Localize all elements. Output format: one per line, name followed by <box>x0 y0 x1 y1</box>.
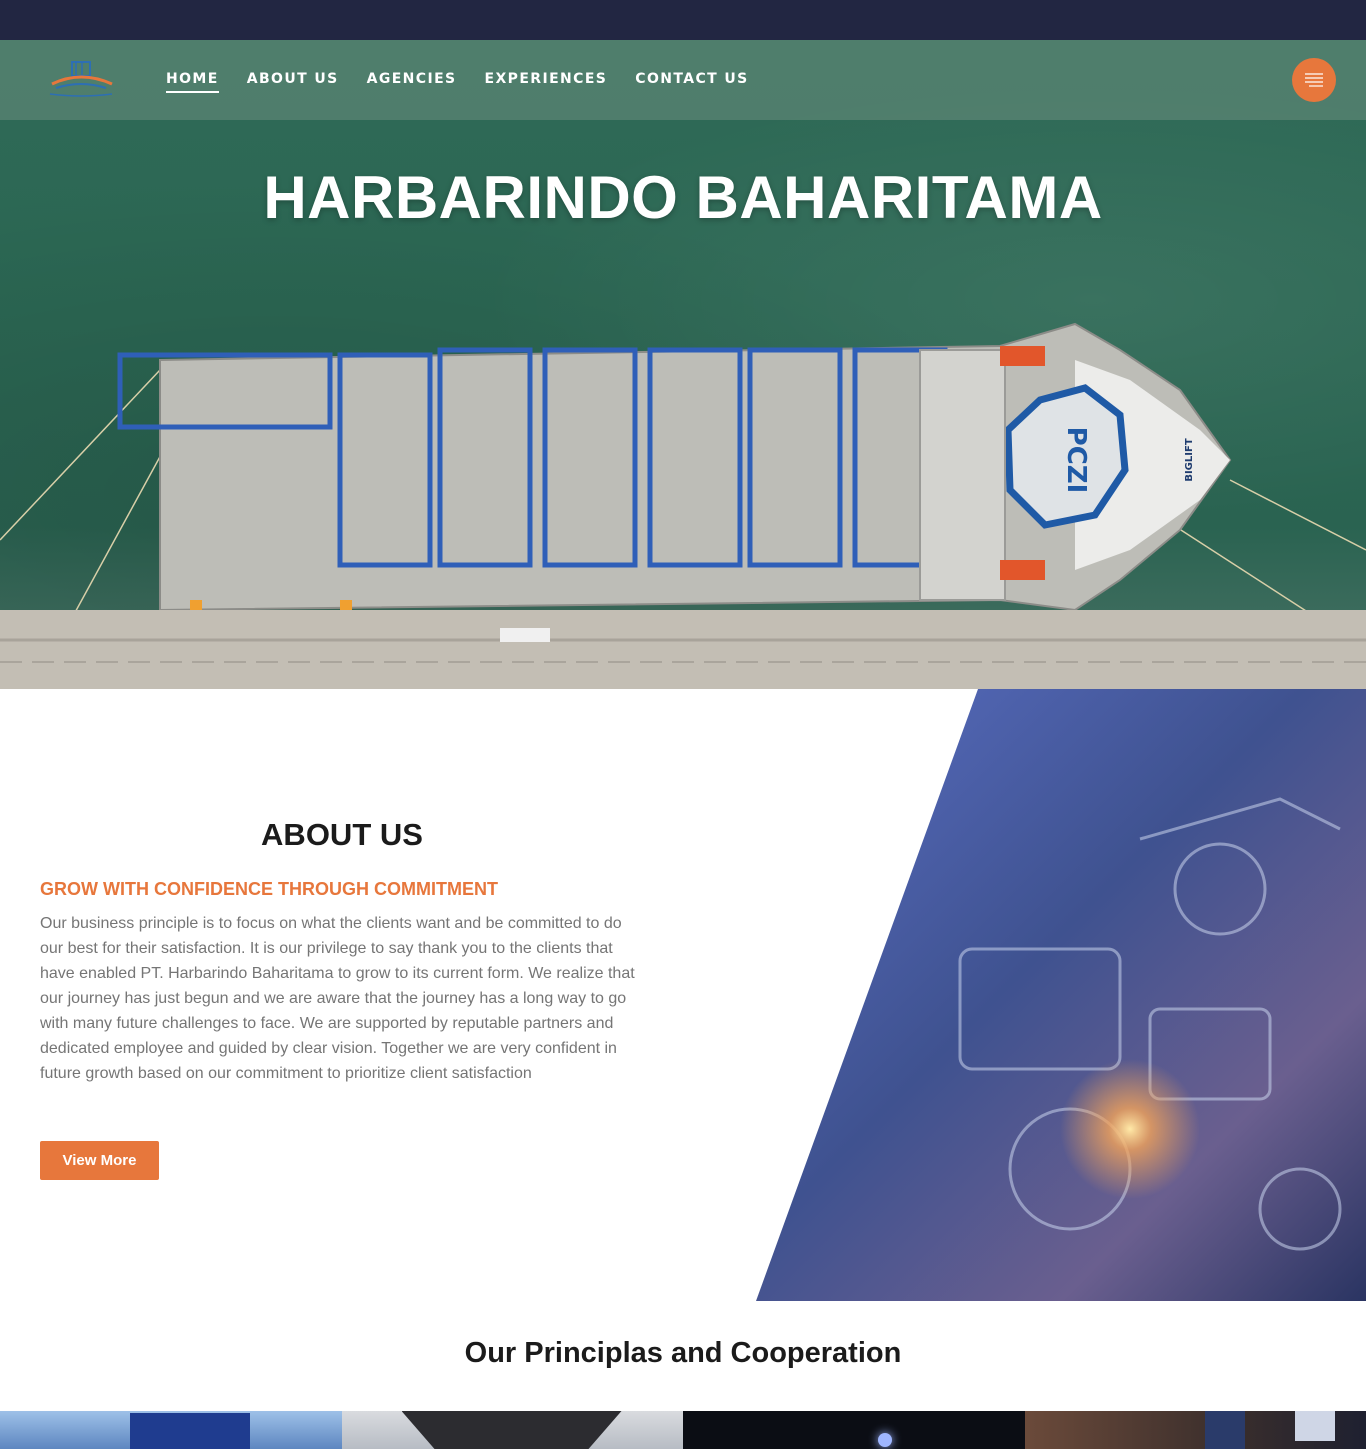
nav-experiences[interactable]: EXPERIENCES <box>485 71 608 93</box>
about-description: Our business principle is to focus on wh… <box>40 915 635 1082</box>
ship-aerial-image: PCZI BIGLIFT <box>0 322 1366 689</box>
ship-deck-text: PCZI <box>1061 427 1091 494</box>
hero-title: HARBARINDO BAHARITAMA <box>263 164 1103 231</box>
main-navbar: HOME ABOUT US AGENCIES EXPERIENCES CONTA… <box>0 40 1366 120</box>
nav-home[interactable]: HOME <box>166 71 219 93</box>
gallery-image-2[interactable] <box>341 1411 683 1449</box>
about-title: ABOUT US <box>261 817 423 852</box>
menu-toggle-button[interactable] <box>1292 58 1336 102</box>
about-subtitle: GROW WITH CONFIDENCE THROUGH COMMITMENT <box>40 879 498 899</box>
nav-contact-us[interactable]: CONTACT US <box>635 71 748 93</box>
nav-agencies[interactable]: AGENCIES <box>367 71 457 93</box>
about-section: ABOUT US GROW WITH CONFIDENCE THROUGH CO… <box>0 689 1366 1301</box>
nav-menu: HOME ABOUT US AGENCIES EXPERIENCES CONTA… <box>166 71 749 93</box>
gallery-image-3[interactable] <box>683 1411 1025 1449</box>
principals-gallery <box>0 1411 1366 1449</box>
view-more-button[interactable]: View More <box>40 1141 159 1180</box>
ship-bow-text: BIGLIFT <box>1184 438 1195 481</box>
top-bar <box>0 0 1366 40</box>
hamburger-icon <box>1305 73 1323 87</box>
principals-title: Our Principlas and Cooperation <box>464 1337 902 1369</box>
gallery-image-4[interactable] <box>1024 1411 1366 1449</box>
gallery-image-1[interactable] <box>0 1411 342 1449</box>
company-logo[interactable] <box>46 58 116 102</box>
nav-about-us[interactable]: ABOUT US <box>247 71 339 93</box>
hero-section: PCZI BIGLIFT HOME ABOUT US AGENCIES EXPER… <box>0 40 1366 689</box>
